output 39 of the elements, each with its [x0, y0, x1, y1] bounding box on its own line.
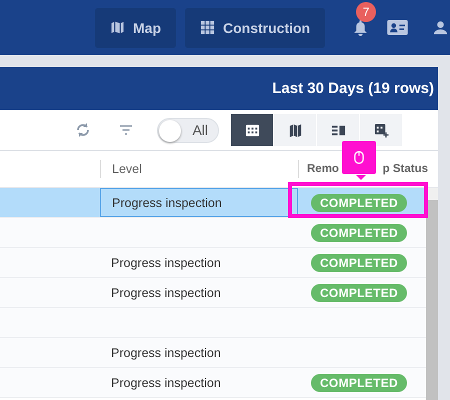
- mouse-icon: [354, 150, 364, 165]
- add-table-view-button[interactable]: [360, 114, 402, 146]
- level-cell: Progress inspection: [111, 346, 221, 360]
- status-badge: COMPLETED: [310, 194, 408, 212]
- level-cell: Progress inspection: [111, 376, 221, 390]
- table-view-button[interactable]: [231, 114, 273, 146]
- add-table-icon: [374, 122, 388, 138]
- level-cell: Progress inspection: [111, 256, 221, 270]
- scrollbar[interactable]: [426, 188, 438, 400]
- map-view-button[interactable]: [274, 114, 316, 146]
- status-badge: COMPLETED: [310, 284, 408, 302]
- column-header: Level: [112, 162, 142, 176]
- refresh-icon[interactable]: [75, 122, 91, 138]
- nav-button[interactable]: Construction: [185, 8, 326, 48]
- table-row[interactable]: Progress inspection COMPLETED: [0, 248, 426, 278]
- status-badge: COMPLETED: [310, 254, 408, 272]
- notification-badge: 7: [356, 2, 376, 22]
- all-toggle[interactable]: All: [157, 118, 219, 142]
- status-badge: COMPLETED: [310, 374, 408, 392]
- status-badge: COMPLETED: [310, 224, 408, 242]
- table-row[interactable]: Progress inspection COMPLETED: [0, 278, 426, 308]
- table-row[interactable]: Progress inspection COMPLETED: [0, 368, 426, 398]
- split-view-button[interactable]: [317, 114, 359, 146]
- grid-icon: [200, 20, 215, 35]
- map-icon: [288, 122, 302, 138]
- table-row[interactable]: Progress inspection COMPLETED: [0, 188, 426, 218]
- map-icon: [110, 20, 125, 35]
- level-cell: Progress inspection: [111, 286, 221, 300]
- contact-card-icon[interactable]: [387, 20, 408, 35]
- column-header: p Status: [382, 163, 428, 175]
- panel-title: Last 30 Days (19 rows): [272, 80, 434, 97]
- table-row[interactable]: Progress inspection: [0, 338, 426, 368]
- nav-button[interactable]: Map: [95, 8, 176, 48]
- column-header: Remo: [307, 163, 339, 175]
- bell-icon[interactable]: [352, 19, 369, 36]
- filter-icon[interactable]: [118, 122, 134, 138]
- level-cell: Progress inspection: [112, 196, 222, 210]
- table-icon: [244, 122, 260, 138]
- user-icon[interactable]: [433, 20, 448, 35]
